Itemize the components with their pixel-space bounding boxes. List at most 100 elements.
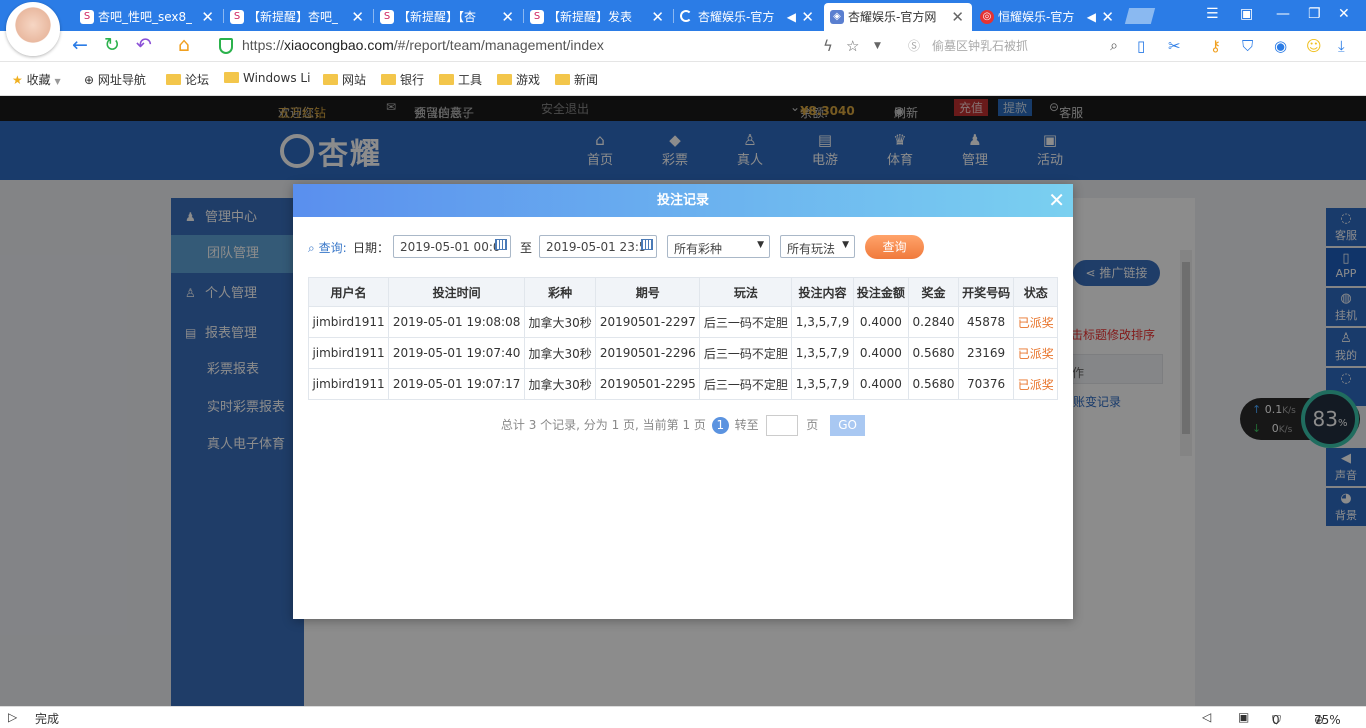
query-button[interactable]: 查询 <box>865 235 924 259</box>
status-cell: 已派奖 <box>1013 306 1058 338</box>
table-row[interactable]: jimbird1911 2019-05-01 19:07:17 加拿大30秒 2019… <box>307 368 1058 400</box>
search-input[interactable]: Ⓢ 偷墓区钟乳石被抓 ⌕ <box>902 35 1120 57</box>
back-icon[interactable]: ← <box>72 34 88 56</box>
speaker-icon[interactable]: ◀ <box>787 3 796 31</box>
close-tab-icon[interactable]: ✕ <box>951 3 964 31</box>
column-header[interactable]: 开奖号码 <box>957 277 1015 307</box>
bookmark-item[interactable]: ⊕ 网址导航 <box>84 71 146 88</box>
table-cell: 2019-05-01 19:08:08 <box>388 306 526 338</box>
table-cell: 加拿大30秒 <box>524 306 597 338</box>
key-icon[interactable]: ⚷ <box>1210 36 1221 56</box>
column-header[interactable]: 期号 <box>595 277 701 307</box>
close-window-icon[interactable]: ✕ <box>1338 6 1350 22</box>
bookmark-folder[interactable]: 新闻 <box>555 71 598 88</box>
browser-tab[interactable]: S 【新提醒】【杏 ✕ <box>374 3 522 31</box>
undo-icon[interactable]: ↶ <box>136 34 152 56</box>
column-header[interactable]: 投注内容 <box>791 277 854 307</box>
modal-header: 投注记录 ✕ <box>293 184 1073 217</box>
folder-icon <box>439 74 454 85</box>
table-row[interactable]: jimbird1911 2019-05-01 19:08:08 加拿大30秒 2019… <box>307 306 1058 338</box>
table-cell: 2019-05-01 19:07:17 <box>388 368 526 400</box>
close-tab-icon[interactable]: ✕ <box>351 3 364 31</box>
play-type-select[interactable]: 所有玩法 ▼ <box>780 235 855 258</box>
shield-icon[interactable]: ⛉ <box>1242 36 1253 56</box>
column-header[interactable]: 彩种 <box>524 277 597 307</box>
favorite-star-icon[interactable]: ☆ <box>846 36 859 56</box>
column-header[interactable]: 玩法 <box>699 277 793 307</box>
close-icon[interactable]: ✕ <box>1048 184 1065 217</box>
column-header[interactable]: 状态 <box>1013 277 1058 307</box>
bet-records-table: 用户名 投注时间 彩种 期号 玩法 投注内容 投注金额 奖金 开奖号码 状态 jimbird191… <box>307 277 1058 400</box>
date-to-input[interactable]: 2019-05-01 23:5 <box>539 235 657 258</box>
table-row[interactable]: jimbird1911 2019-05-01 19:07:40 加拿大30秒 2019… <box>307 337 1058 369</box>
browser-tab[interactable]: S 杏吧_性吧_sex8_ ✕ <box>74 3 222 31</box>
chevron-down-icon: ▼ <box>757 240 764 250</box>
table-cell: 后三一码不定胆 <box>699 368 793 400</box>
browser-tab[interactable]: ◎ 恒耀娱乐-官方 ◀ ✕ <box>974 3 1122 31</box>
date-from-input[interactable]: 2019-05-01 00:0 <box>393 235 511 258</box>
close-tab-icon[interactable]: ✕ <box>201 3 214 31</box>
camera-icon[interactable]: ◉ <box>1274 36 1287 56</box>
bookmark-folder[interactable]: 工具 <box>439 71 482 88</box>
browser-tab[interactable]: S 【新提醒】杏吧_ ✕ <box>224 3 372 31</box>
menu-icon[interactable]: ☰ <box>1206 6 1219 22</box>
table-cell: 1,3,5,7,9 <box>791 337 854 369</box>
minimize-icon[interactable]: — <box>1276 6 1290 22</box>
pagination-summary: 总计 3 个记录, 分为 1 页, 当前第 1 页 <box>500 418 706 432</box>
volume-icon[interactable]: ◁ <box>1202 710 1211 724</box>
speaker-icon[interactable]: ◀ <box>1087 3 1096 31</box>
calendar-icon <box>495 239 507 250</box>
close-tab-icon[interactable]: ✕ <box>801 3 814 31</box>
screenshot-icon[interactable]: ▣ <box>1238 710 1249 724</box>
search-icon[interactable]: ⌕ <box>1110 35 1118 57</box>
goto-page-input[interactable] <box>766 415 799 436</box>
close-tab-icon[interactable]: ✕ <box>1101 3 1114 31</box>
column-header[interactable]: 用户名 <box>307 277 390 307</box>
globe-icon: ⊕ <box>84 73 95 87</box>
browser-tab[interactable]: 杏耀娱乐-官方 ◀ ✕ <box>674 3 822 31</box>
column-header[interactable]: 投注时间 <box>388 277 526 307</box>
folder-icon <box>224 72 239 83</box>
calendar-icon <box>641 239 653 250</box>
pagination: 总计 3 个记录, 分为 1 页, 当前第 1 页 1 转至 页 GO <box>293 415 1073 436</box>
bookmark-favorites[interactable]: ★ 收藏 ▼ <box>12 71 61 88</box>
browser-tab[interactable]: S 【新提醒】发表 ✕ <box>524 3 672 31</box>
bookmark-folder[interactable]: 论坛 <box>166 71 209 88</box>
lottery-type-select[interactable]: 所有彩种 ▼ <box>667 235 770 258</box>
user-avatar[interactable] <box>6 2 60 56</box>
status-text: 完成 <box>35 712 60 726</box>
folder-icon <box>323 74 338 85</box>
restore-icon[interactable]: ❐ <box>1308 6 1321 22</box>
bookmark-folder[interactable]: 银行 <box>381 71 424 88</box>
page-number-current[interactable]: 1 <box>711 417 729 434</box>
emoji-icon[interactable]: ☺ <box>1306 36 1322 56</box>
tab-title: 恒耀娱乐-官方 <box>998 10 1075 24</box>
sidebar-toggle-icon[interactable]: ▷ <box>8 710 17 724</box>
scissors-icon[interactable]: ✂ <box>1168 36 1181 56</box>
reload-icon[interactable]: ↻ <box>104 34 120 56</box>
site-favicon-icon: S <box>530 10 544 24</box>
column-header[interactable]: 投注金额 <box>852 277 910 307</box>
chevron-down-icon: ▼ <box>842 240 849 250</box>
go-button[interactable]: GO <box>830 415 866 436</box>
download-icon[interactable]: ⤓ <box>1338 36 1345 56</box>
bookmark-folder[interactable]: 游戏 <box>497 71 540 88</box>
chevron-down-icon[interactable]: ▼ <box>874 36 881 56</box>
column-header[interactable]: 奖金 <box>908 277 959 307</box>
bookmark-folder[interactable]: 网站 <box>323 71 366 88</box>
table-cell: 2019-05-01 19:07:40 <box>388 337 526 369</box>
status-cell: 已派奖 <box>1013 337 1058 369</box>
modal-title: 投注记录 <box>656 193 709 208</box>
lightning-icon[interactable]: ϟ <box>823 36 833 56</box>
new-tab-button[interactable] <box>1124 8 1156 24</box>
close-tab-icon[interactable]: ✕ <box>651 3 664 31</box>
close-tab-icon[interactable]: ✕ <box>501 3 514 31</box>
home-icon[interactable]: ⌂ <box>178 34 190 56</box>
extension-icon[interactable]: ▯ <box>1137 36 1145 56</box>
folder-icon <box>381 74 396 85</box>
table-cell: 23169 <box>957 337 1015 369</box>
url-field[interactable]: https://xiaocongbao.com/#/report/team/ma… <box>242 37 604 53</box>
skin-icon[interactable]: ▣ <box>1240 6 1253 22</box>
browser-tab-active[interactable]: ◈ 杏耀娱乐-官方网 ✕ <box>824 3 972 31</box>
bookmark-folder[interactable]: Windows Li <box>224 71 310 85</box>
